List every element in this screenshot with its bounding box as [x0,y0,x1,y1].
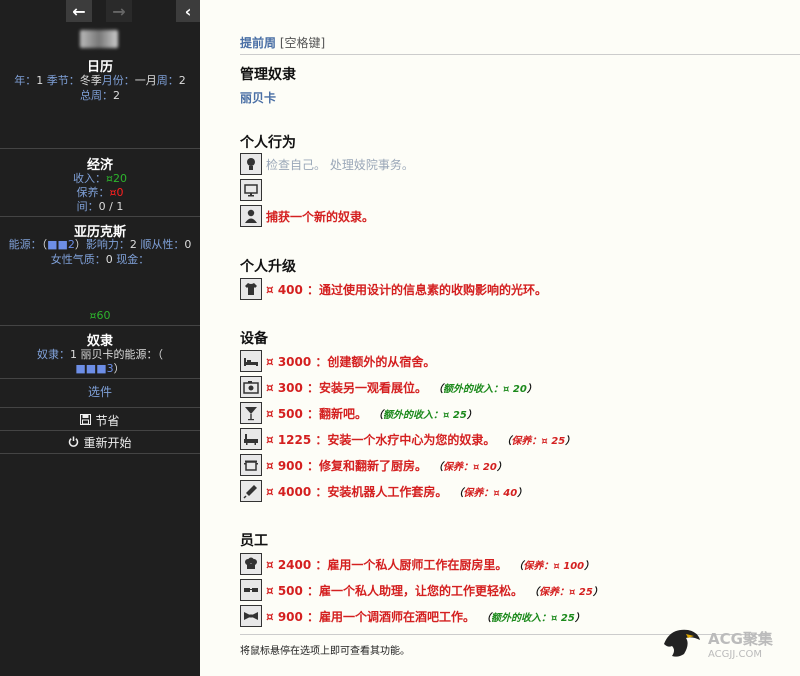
action-inspect-self[interactable]: 检查自己。 处理妓院事务。 [240,152,414,176]
action-label: 检查自己。 处理妓院事务。 [266,157,414,172]
watermark-title: ACG聚集 [708,629,773,648]
equipment-label: ¤ 300 ：安装另一观看展位。 [266,380,428,395]
shirt-icon [240,278,262,300]
equipment-label: ¤ 500 ：翻新吧。 [266,406,368,421]
equipment-item[interactable]: ¤ 4000 ：安装机器人工作套房。 （保养：¤ 40） [240,479,527,503]
economy-title: 经济 [86,158,113,173]
divider [0,325,200,326]
cash-value: ¤60 [89,309,111,322]
action-label: 捕获一个新的奴隶。 [266,209,375,224]
header-divider [240,54,800,55]
personal-actions-title: 个人行为 [240,135,296,151]
staff-item[interactable]: ¤ 900 ：雇用一个调酒师在酒吧工作。 （额外的收入：¤ 25） [240,604,585,628]
save-label: 节省 [95,414,120,428]
calendar-line-2: 总周：2 [80,89,120,102]
restart-button[interactable]: 重新开始 [0,434,200,451]
equipment-label: ¤ 1225 ：安装一个水疗中心为您的奴隶。 [266,432,496,447]
equipment-note: （保养：¤ 40） [453,487,528,499]
bowtie-icon [240,605,262,627]
equipment-label: ¤ 4000 ：安装机器人工作套房。 [266,484,448,499]
equipment-item[interactable]: ¤ 300 ：安装另一观看展位。 （额外的收入：¤ 20） [240,375,537,399]
save-button[interactable]: 节省 [0,412,200,429]
cocktail-icon [240,402,262,424]
player-stats-line-2: 女性气质：0 现金： [50,253,150,266]
equipment-note: （保养：¤ 20） [433,461,507,473]
equipment-note: （额外的收入：¤ 20） [433,383,537,395]
action-monitor[interactable] [240,178,266,202]
user-head-icon [240,153,262,175]
staff-title: 员工 [240,533,268,549]
divider [0,148,200,149]
bed-icon [240,350,262,372]
staff-item[interactable]: ¤ 2400 ：雇用一个私人厨师工作在厨房里。 （保养：¤ 100） [240,552,594,576]
equipment-note: （保养：¤ 25） [501,435,576,447]
pot-icon [240,454,262,476]
equipment-item[interactable]: ¤ 3000 ：创建额外的从宿舍。 [240,349,435,373]
upgrade-label: ¤ 400 ：通过使用设计的信息素的收购影响的光环。 [266,282,548,297]
equipment-label: ¤ 3000 ：创建额外的从宿舍。 [266,354,436,369]
slave-link-rebecca[interactable]: 丽贝卡 [240,89,276,106]
back-arrow-icon[interactable]: ← [66,0,92,22]
equipment-note: （额外的收入：¤ 25） [373,409,477,421]
personal-upgrades-title: 个人升级 [240,259,296,275]
watermark-url: ACGJJ.COM [708,648,762,660]
equipment-label: ¤ 900 ：修复和翻新了厨房。 [266,458,428,473]
equipment-title: 设备 [240,331,268,347]
watermark: ACG聚集 ACGJJ.COM [660,624,773,663]
advance-week: 提前周 [空格键] [240,34,325,51]
divider [0,453,200,454]
capture-person-icon [240,205,262,227]
advance-week-link[interactable]: 提前周 [240,36,276,50]
advance-week-hotkey: [空格键] [279,36,326,50]
slaves-title: 奴隶 [86,334,113,349]
staff-note: （保养：¤ 25） [529,586,603,598]
rooms-line: 间：0 / 1 [76,200,124,213]
calendar-title: 日历 [86,60,113,75]
bathtub-icon [240,428,262,450]
syringe-icon [240,480,262,502]
footer-hint: 将鼠标悬停在选项上即可查看其功能。 [240,646,410,657]
action-capture-slave[interactable]: 捕获一个新的奴隶。 [240,204,374,228]
divider [0,407,200,408]
watermark-text: ACG聚集 ACGJJ.COM [708,628,773,660]
staff-item[interactable]: ¤ 500 ：雇一个私人助理，让您的工作更轻松。 （保养：¤ 25） [240,578,603,602]
equipment-item[interactable]: ¤ 1225 ：安装一个水疗中心为您的奴隶。 （保养：¤ 25） [240,427,575,451]
staff-note: （保养：¤ 100） [513,560,595,572]
sidebar: ← → ‹ 日历 年：1 季节：冬季月份：一月周：2 总周：2 经济 收入：¤2… [0,0,200,676]
collapse-sidebar-icon[interactable]: ‹ [176,0,200,22]
divider [0,216,200,217]
glasses-icon [240,579,262,601]
camera-icon [240,376,262,398]
avatar [80,30,118,48]
equipment-item[interactable]: ¤ 500 ：翻新吧。 （额外的收入：¤ 25） [240,401,477,425]
forward-arrow-icon[interactable]: → [106,0,132,22]
upgrade-pheromone-aura[interactable]: ¤ 400 ：通过使用设计的信息素的收购影响的光环。 [240,277,547,301]
restart-label: 重新开始 [83,436,132,450]
eagle-logo-icon [660,624,702,663]
staff-label: ¤ 900 ：雇用一个调酒师在酒吧工作。 [266,609,476,624]
floppy-disk-icon [80,413,92,428]
staff-label: ¤ 500 ：雇一个私人助理，让您的工作更轻松。 [266,583,524,598]
staff-note: （额外的收入：¤ 25） [481,612,585,624]
divider [0,378,200,379]
chef-hat-icon [240,553,262,575]
upkeep-line: 保养：¤0 [76,186,124,199]
main-panel: 提前周 [空格键] 管理奴隶 丽贝卡 个人行为 检查自己。 处理妓院事务。 捕获… [200,0,800,676]
divider [0,430,200,431]
player-stats-line-1: 能源：（■■2）影响力：2 顺从性：0 [8,238,192,251]
equipment-item[interactable]: ¤ 900 ：修复和翻新了厨房。 （保养：¤ 20） [240,453,507,477]
slaves-line-2: ■■■3） [75,362,125,375]
options-link[interactable]: 选件 [0,383,200,400]
monitor-icon [240,179,262,201]
slaves-line-1: 奴隶：1 丽贝卡的能源：（ [37,348,163,361]
staff-label: ¤ 2400 ：雇用一个私人厨师工作在厨房里。 [266,557,508,572]
manage-slaves-title: 管理奴隶 [240,67,296,83]
power-icon [68,436,79,450]
calendar-line-1: 年：1 季节：冬季月份：一月周：2 [14,74,186,87]
income-line: 收入：¤20 [73,172,127,185]
